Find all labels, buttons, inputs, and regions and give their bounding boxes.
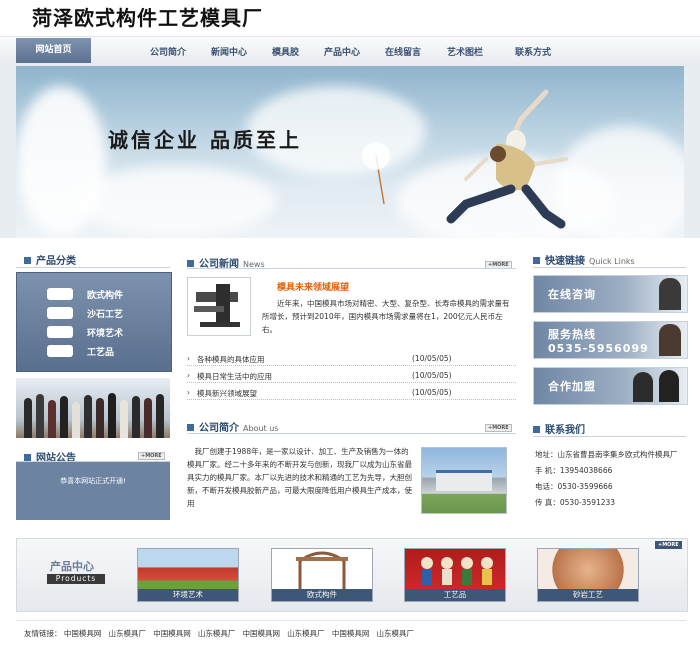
online-consult-button[interactable]: 在线咨询 (533, 275, 688, 313)
figurines-image (421, 557, 493, 585)
quick-links-title: 快速链接 Quick Links (533, 252, 635, 267)
site-title: 菏泽欧式构件工艺模具厂 (32, 6, 263, 30)
products-strip-subtitle: Products (47, 574, 105, 584)
team-photo (16, 378, 170, 438)
contact-address: 地址：山东省曹县南李集乡欧式构件模具厂 (535, 450, 678, 459)
friend-link[interactable]: 中国模具网 (64, 629, 102, 638)
arch-column-image (296, 551, 348, 589)
friend-link[interactable]: 山东模具厂 (198, 629, 236, 638)
bullet-square-icon (24, 257, 31, 264)
about-title: 公司简介 About us (187, 419, 278, 434)
category-menu: 欧式构件 沙石工艺 环境艺术 工艺品 (16, 272, 172, 372)
divider (16, 267, 170, 268)
partner-avatar (659, 370, 679, 402)
category-item-crafts[interactable]: 工艺品 (87, 345, 114, 358)
divider (533, 436, 686, 437)
dandelion-seed-icon (362, 142, 390, 205)
news-headline[interactable]: 模具未来领域展望 (277, 280, 349, 293)
nav-item-news[interactable]: 新闻中心 (211, 45, 247, 58)
friend-link[interactable]: 山东模具厂 (287, 629, 325, 638)
list-bullet-icon: › (187, 388, 190, 397)
notice-message[interactable]: 恭喜本网站正式开通! (16, 476, 170, 486)
products-more-button[interactable]: +MORE (655, 541, 682, 549)
news-list-row[interactable]: › 各种模具的具体应用 (10/05/05) (187, 351, 516, 366)
machine-image (194, 284, 240, 327)
product-thumb-european-components[interactable]: 欧式构件 (271, 548, 373, 602)
category-pill-icon (47, 326, 73, 338)
news-list-row[interactable]: › 模具新兴领域展望 (10/05/05) (187, 385, 516, 400)
contact-title: 联系我们 (533, 421, 585, 436)
bullet-square-icon (24, 454, 31, 461)
consultant-avatar (659, 278, 681, 310)
category-item-environmental-art[interactable]: 环境艺术 (87, 326, 123, 339)
factory-building-photo[interactable] (421, 447, 507, 514)
contact-mobile: 手 机：13954038666 (535, 466, 613, 475)
jumping-person-image (446, 89, 568, 229)
nav-item-contact[interactable]: 联系方式 (515, 45, 551, 58)
friend-link[interactable]: 山东模具厂 (109, 629, 147, 638)
notice-more-button[interactable]: +MORE (138, 452, 165, 460)
divider (187, 433, 516, 434)
category-item-european-components[interactable]: 欧式构件 (87, 288, 123, 301)
hotline-number: 0535-5956099 (548, 342, 649, 355)
contact-phone: 电话：0530-3599666 (535, 482, 613, 491)
friend-links: 友情链接： 中国模具网 山东模具厂 中国模具网 山东模具厂 中国模具网 山东模具… (24, 628, 414, 639)
products-strip-title: 产品中心 (50, 560, 94, 573)
category-pill-icon (47, 345, 73, 357)
banner-slogan: 诚信企业 品质至上 (108, 128, 302, 152)
friend-link[interactable]: 中国模具网 (332, 629, 370, 638)
divider (16, 620, 686, 621)
product-thumb-crafts[interactable]: 工艺品 (404, 548, 506, 602)
list-bullet-icon: › (187, 371, 190, 380)
product-thumb-environmental-art[interactable]: 环境艺术 (137, 548, 239, 602)
nav-item-gallery[interactable]: 艺术图栏 (447, 45, 483, 58)
service-agent-avatar (659, 324, 681, 356)
bullet-square-icon (533, 426, 540, 433)
friend-link[interactable]: 中国模具网 (243, 629, 281, 638)
divider (187, 268, 516, 269)
contact-fax: 传 真：0530-3591233 (535, 498, 616, 507)
bullet-square-icon (187, 424, 194, 431)
product-thumb-sandstone[interactable]: 砂岩工艺 (537, 548, 639, 602)
bullet-square-icon (187, 260, 194, 267)
category-item-sandstone[interactable]: 沙石工艺 (87, 307, 123, 320)
news-photo-machine[interactable] (187, 277, 251, 336)
nav-item-products[interactable]: 产品中心 (324, 45, 360, 58)
nav-item-guestbook[interactable]: 在线留言 (385, 45, 421, 58)
category-pill-icon (47, 307, 73, 319)
partner-avatar (633, 372, 653, 402)
category-pill-icon (47, 288, 73, 300)
about-text: 我厂创建于1988年，是一家以设计、加工、生产及销售为一体的模具厂家。经二十多年… (187, 447, 412, 508)
about-more-button[interactable]: +MORE (485, 424, 512, 432)
news-list-row[interactable]: › 模具日常生活中的应用 (10/05/05) (187, 368, 516, 383)
friend-links-label: 友情链接： (24, 629, 62, 638)
join-partner-button[interactable]: 合作加盟 (533, 367, 688, 405)
nav-item-mold-glue[interactable]: 模具胶 (272, 45, 299, 58)
list-bullet-icon: › (187, 354, 190, 363)
notice-panel (16, 462, 170, 520)
nav-item-about[interactable]: 公司简介 (150, 45, 186, 58)
product-categories-title: 产品分类 (24, 252, 76, 267)
service-hotline-button[interactable]: 服务热线 0535-5956099 (533, 321, 688, 359)
news-summary: 近年来，中国模具市场对精密、大型、复杂型、长寿命模具的需求量有所增长，预计到20… (262, 299, 510, 334)
divider (533, 267, 686, 268)
friend-link[interactable]: 中国模具网 (153, 629, 191, 638)
nav-home-button[interactable]: 网站首页 (16, 38, 91, 63)
bullet-square-icon (533, 257, 540, 264)
friend-link[interactable]: 山东模具厂 (376, 629, 414, 638)
